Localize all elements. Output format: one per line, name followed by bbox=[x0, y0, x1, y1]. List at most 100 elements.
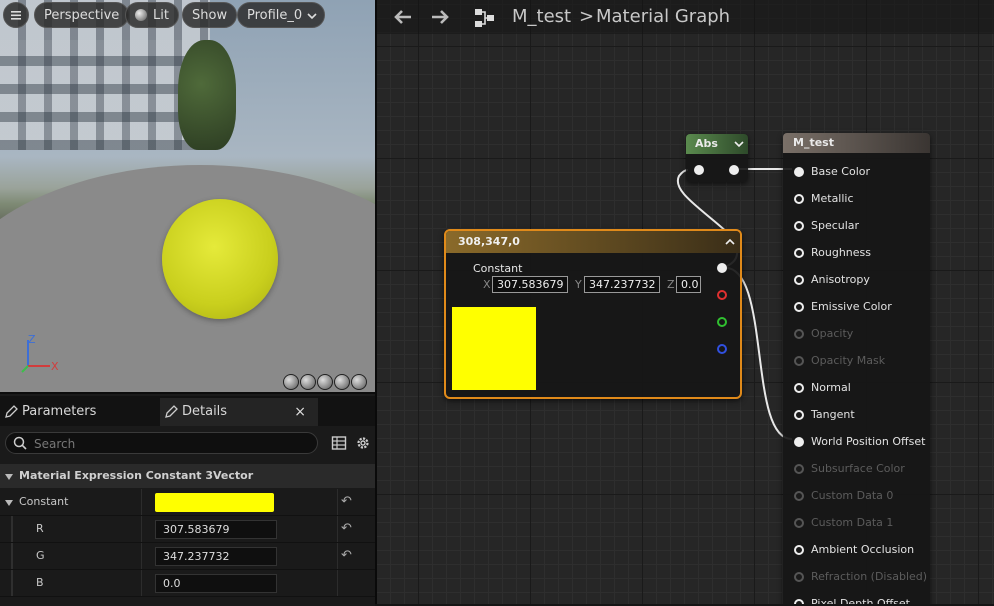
material-input-pin[interactable] bbox=[794, 437, 804, 447]
undo-arrow-icon[interactable]: ↶ bbox=[341, 489, 352, 515]
lit-button[interactable]: Lit bbox=[125, 2, 179, 28]
preview-shape-buttons[interactable] bbox=[283, 374, 367, 390]
material-input-label: Tangent bbox=[811, 408, 855, 421]
material-input-pin[interactable] bbox=[794, 410, 804, 420]
material-input-row[interactable]: World Position Offset bbox=[783, 434, 929, 461]
b-value-field[interactable]: 0.0 bbox=[155, 574, 277, 593]
plane-icon[interactable] bbox=[317, 374, 333, 390]
material-input-pin bbox=[794, 491, 804, 501]
material-input-row[interactable]: Normal bbox=[783, 380, 929, 407]
section-header[interactable]: Material Expression Constant 3Vector bbox=[0, 464, 375, 488]
material-input-label: Opacity Mask bbox=[811, 354, 886, 367]
r-value-field[interactable]: 307.583679 bbox=[155, 520, 277, 539]
search-field[interactable] bbox=[5, 432, 318, 454]
material-input-pin[interactable] bbox=[794, 545, 804, 555]
x-value-field[interactable]: 307.583679 bbox=[492, 276, 568, 293]
constant-node-header[interactable]: 308,347,0 bbox=[446, 231, 740, 253]
abs-output-pin[interactable] bbox=[729, 165, 739, 175]
material-input-row[interactable]: Pixel Depth Offset bbox=[783, 596, 929, 604]
material-input-row[interactable]: Ambient Occlusion bbox=[783, 542, 929, 569]
material-input-pin[interactable] bbox=[794, 383, 804, 393]
material-input-pin[interactable] bbox=[794, 221, 804, 231]
viewport[interactable]: Perspective Lit Show Profile_0 Z X bbox=[0, 0, 375, 392]
y-value-field[interactable]: 347.237732 bbox=[584, 276, 660, 293]
tree bbox=[178, 40, 236, 150]
undo-arrow-icon[interactable]: ↶ bbox=[341, 516, 352, 542]
material-input-label: Refraction (Disabled) bbox=[811, 570, 928, 583]
material-input-label: Normal bbox=[811, 381, 851, 394]
constant-color-preview bbox=[452, 307, 536, 390]
material-input-row[interactable]: Tangent bbox=[783, 407, 929, 434]
material-input-row[interactable]: Specular bbox=[783, 218, 929, 245]
collapse-arrow-icon bbox=[5, 474, 13, 480]
cylinder-icon[interactable] bbox=[283, 374, 299, 390]
chevron-up-icon[interactable] bbox=[725, 238, 735, 246]
row-divider bbox=[141, 543, 142, 569]
material-input-row[interactable]: Base Color bbox=[783, 164, 929, 191]
row-divider bbox=[141, 570, 142, 596]
tab-details-label: Details bbox=[182, 404, 228, 419]
material-input-row[interactable]: Roughness bbox=[783, 245, 929, 272]
undo-arrow-icon[interactable]: ↶ bbox=[341, 543, 352, 569]
perspective-button[interactable]: Perspective bbox=[34, 2, 130, 28]
material-input-pin[interactable] bbox=[794, 275, 804, 285]
profile-dropdown[interactable]: Profile_0 bbox=[237, 2, 326, 28]
tab-details[interactable]: Details × bbox=[160, 398, 318, 426]
b-row: B 0.0 bbox=[0, 570, 375, 597]
g-value-field[interactable]: 347.237732 bbox=[155, 547, 277, 566]
cube-icon[interactable] bbox=[334, 374, 350, 390]
material-input-label: Custom Data 0 bbox=[811, 489, 894, 502]
material-input-pin bbox=[794, 329, 804, 339]
custom-mesh-icon[interactable] bbox=[351, 374, 367, 390]
material-input-row[interactable]: Metallic bbox=[783, 191, 929, 218]
material-input-pin[interactable] bbox=[794, 302, 804, 312]
material-input-pin bbox=[794, 464, 804, 474]
row-divider bbox=[337, 516, 338, 542]
material-input-row[interactable]: Emissive Color bbox=[783, 299, 929, 326]
preview-sphere bbox=[162, 199, 278, 319]
material-input-pin[interactable] bbox=[794, 248, 804, 258]
material-node-header[interactable]: M_test bbox=[783, 133, 930, 153]
pencil-icon bbox=[5, 405, 18, 418]
material-input-label: Specular bbox=[811, 219, 860, 232]
search-input[interactable] bbox=[32, 435, 306, 453]
constant-color-swatch[interactable] bbox=[155, 493, 274, 512]
material-graph[interactable]: M_test > Material Graph Abs 308,347,0 Co… bbox=[377, 0, 994, 604]
material-input-pin[interactable] bbox=[794, 167, 804, 177]
constant-output-pin[interactable] bbox=[717, 263, 727, 273]
hamburger-icon bbox=[11, 11, 21, 20]
material-input-pin[interactable] bbox=[794, 194, 804, 204]
row-divider bbox=[337, 570, 338, 596]
panel-tabbar: Parameters Details × bbox=[0, 396, 375, 426]
abs-node[interactable]: Abs bbox=[686, 134, 748, 182]
pencil-icon bbox=[165, 405, 178, 418]
close-icon[interactable]: × bbox=[294, 398, 306, 426]
collapse-arrow-icon[interactable] bbox=[4, 499, 14, 507]
chevron-down-icon[interactable] bbox=[734, 140, 744, 148]
sphere-icon[interactable] bbox=[300, 374, 316, 390]
material-input-pin[interactable] bbox=[794, 599, 804, 604]
material-input-label: Ambient Occlusion bbox=[811, 543, 915, 556]
lit-label: Lit bbox=[153, 8, 169, 23]
viewport-menu-button[interactable] bbox=[3, 2, 29, 28]
g-row: G 347.237732 ↶ bbox=[0, 543, 375, 570]
abs-node-header[interactable]: Abs bbox=[686, 134, 748, 154]
row-divider bbox=[141, 516, 142, 542]
table-view-icon[interactable] bbox=[331, 435, 347, 451]
material-input-row[interactable]: Anisotropy bbox=[783, 272, 929, 299]
material-result-node[interactable]: M_test Base Color Metallic Specular Roughne… bbox=[783, 133, 930, 604]
material-input-label: Pixel Depth Offset bbox=[811, 597, 910, 604]
z-value-field[interactable]: 0.0 bbox=[676, 276, 701, 293]
material-input-label: Roughness bbox=[811, 246, 872, 259]
constant-node-subtitle: Constant bbox=[473, 262, 523, 275]
constant-b-pin[interactable] bbox=[717, 344, 727, 354]
gear-icon[interactable] bbox=[355, 435, 371, 451]
show-button[interactable]: Show bbox=[182, 2, 238, 28]
constant-g-pin[interactable] bbox=[717, 317, 727, 327]
constant-r-pin[interactable] bbox=[717, 290, 727, 300]
r-row: R 307.583679 ↶ bbox=[0, 516, 375, 543]
tab-parameters[interactable]: Parameters bbox=[0, 398, 158, 426]
abs-input-pin[interactable] bbox=[694, 165, 704, 175]
material-input-label: Emissive Color bbox=[811, 300, 892, 313]
material-input-row: Subsurface Color bbox=[783, 461, 929, 488]
